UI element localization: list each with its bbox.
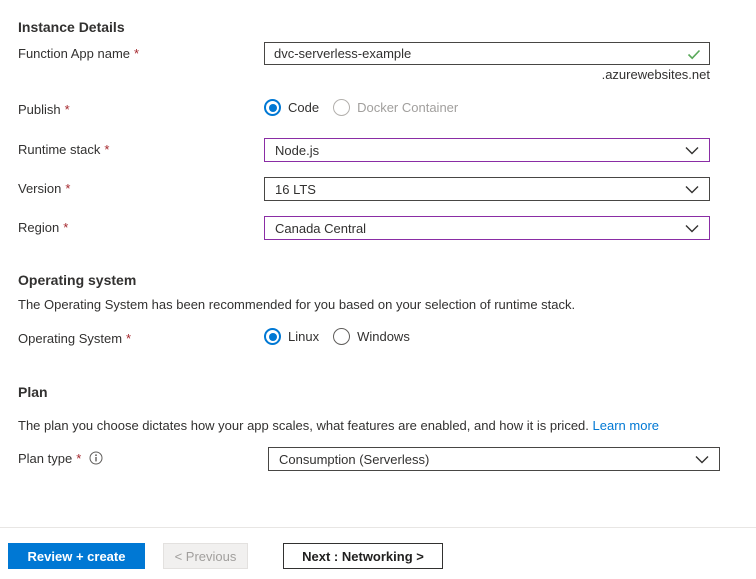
operating-system-description: The Operating System has been recommende… — [18, 297, 576, 312]
next-networking-button[interactable]: Next : Networking > — [283, 543, 443, 569]
publish-option-code[interactable]: Code — [264, 99, 319, 116]
operating-system-heading: Operating system — [18, 272, 137, 288]
required-asterisk: * — [65, 181, 71, 196]
plan-type-label: Plan type * — [18, 451, 103, 466]
plan-description: The plan you choose dictates how your ap… — [18, 418, 660, 433]
learn-more-link[interactable]: Learn more — [593, 418, 659, 433]
radio-selected-icon — [264, 328, 281, 345]
plan-heading: Plan — [18, 384, 48, 400]
valid-check-icon — [687, 49, 701, 59]
function-app-name-label: Function App name * — [18, 46, 140, 61]
review-create-button[interactable]: Review + create — [8, 543, 145, 569]
required-asterisk: * — [126, 331, 132, 346]
operating-system-radio-group: Linux Windows — [264, 328, 410, 345]
region-dropdown[interactable]: Canada Central — [264, 216, 710, 240]
footer-divider — [0, 527, 756, 528]
domain-suffix: .azurewebsites.net — [601, 67, 710, 82]
create-function-app-form: Instance Details Function App name* .azu… — [0, 0, 756, 579]
radio-unselected-icon — [333, 328, 351, 345]
required-asterisk: * — [76, 451, 82, 466]
chevron-down-icon — [695, 455, 709, 463]
os-option-windows[interactable]: Windows — [333, 328, 410, 345]
required-asterisk: * — [64, 102, 70, 117]
operating-system-label: Operating System * — [18, 331, 132, 346]
runtime-stack-dropdown[interactable]: Node.js — [264, 138, 710, 162]
info-icon[interactable] — [89, 451, 103, 465]
region-label: Region * — [18, 220, 69, 235]
radio-unselected-icon — [333, 99, 351, 116]
radio-selected-icon — [264, 99, 281, 116]
function-app-name-input[interactable] — [265, 46, 686, 61]
version-dropdown[interactable]: 16 LTS — [264, 177, 710, 201]
function-app-name-field — [264, 42, 710, 65]
required-asterisk: * — [134, 46, 140, 61]
version-label: Version * — [18, 181, 71, 196]
publish-radio-group: Code Docker Container — [264, 99, 458, 116]
instance-details-heading: Instance Details — [18, 19, 125, 35]
chevron-down-icon — [685, 185, 699, 193]
plan-type-dropdown[interactable]: Consumption (Serverless) — [268, 447, 720, 471]
os-option-linux[interactable]: Linux — [264, 328, 319, 345]
runtime-stack-label: Runtime stack * — [18, 142, 110, 157]
publish-label: Publish * — [18, 102, 70, 117]
required-asterisk: * — [104, 142, 110, 157]
chevron-down-icon — [685, 224, 699, 232]
previous-button[interactable]: < Previous — [163, 543, 248, 569]
chevron-down-icon — [685, 146, 699, 154]
required-asterisk: * — [63, 220, 69, 235]
publish-option-docker-container[interactable]: Docker Container — [333, 99, 458, 116]
